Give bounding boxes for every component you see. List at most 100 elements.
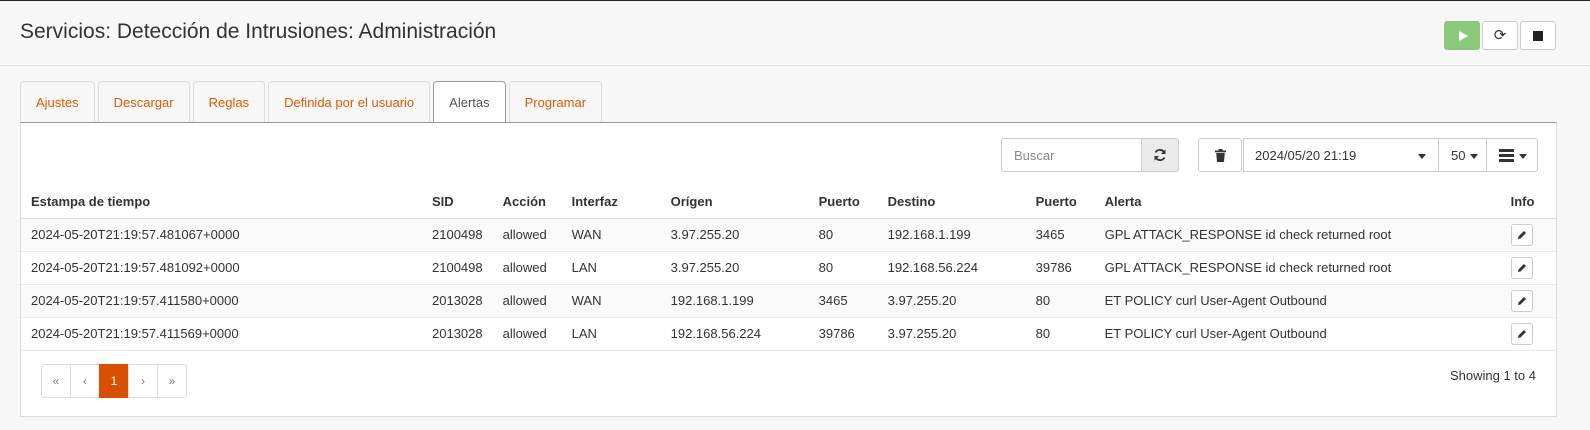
sid-cell: 2100498 xyxy=(422,251,493,285)
info-cell xyxy=(1500,251,1556,285)
page-1-button[interactable]: 1 xyxy=(99,364,129,398)
source-port-cell: 80 xyxy=(808,218,878,252)
tab-programar[interactable]: Programar xyxy=(508,81,603,122)
search-group xyxy=(1001,138,1179,172)
column-header[interactable]: Puerto xyxy=(1025,186,1095,219)
interface-cell: LAN xyxy=(561,251,661,285)
next-page-button[interactable]: › xyxy=(128,364,158,398)
column-header[interactable]: Acción xyxy=(492,186,562,219)
info-cell xyxy=(1500,284,1556,318)
destination-port-cell: 39786 xyxy=(1025,251,1095,285)
action-cell: allowed xyxy=(492,218,562,252)
source-port-cell: 39786 xyxy=(808,317,878,351)
reload-icon: ⟳ xyxy=(1493,27,1507,44)
column-header[interactable]: Destino xyxy=(877,186,1026,219)
pencil-icon xyxy=(1517,296,1526,305)
timestamp-cell: 2024-05-20T21:19:57.411569+0000 xyxy=(21,317,422,351)
destination-cell: 192.168.1.199 xyxy=(877,218,1026,252)
table-row: 2024-05-20T21:19:57.481092+0000 2100498 … xyxy=(21,251,1556,285)
info-button[interactable] xyxy=(1510,322,1533,345)
pencil-icon xyxy=(1517,329,1526,338)
column-header[interactable]: Alerta xyxy=(1094,186,1501,219)
info-button[interactable] xyxy=(1510,289,1533,312)
first-page-button[interactable]: « xyxy=(41,364,71,398)
source-cell: 192.168.1.199 xyxy=(660,284,809,318)
table-row: 2024-05-20T21:19:57.481067+0000 2100498 … xyxy=(21,218,1556,252)
column-chooser-button[interactable] xyxy=(1487,138,1538,172)
prev-page-button[interactable]: ‹ xyxy=(70,364,100,398)
action-cell: allowed xyxy=(492,284,562,318)
restart-service-button[interactable]: ⟳ xyxy=(1482,21,1518,50)
timestamp-cell: 2024-05-20T21:19:57.481092+0000 xyxy=(21,251,422,285)
refresh-button[interactable] xyxy=(1142,138,1179,172)
page-header: Servicios: Detección de Intrusiones: Adm… xyxy=(0,1,1590,66)
column-header[interactable]: SID xyxy=(422,186,493,219)
interface-cell: WAN xyxy=(561,284,661,318)
tab-descargar[interactable]: Descargar xyxy=(97,81,190,122)
source-port-cell: 3465 xyxy=(808,284,878,318)
alert-cell: ET POLICY curl User-Agent Outbound xyxy=(1094,284,1501,318)
page-size-value: 50 xyxy=(1451,147,1466,163)
tab-reglas[interactable]: Reglas xyxy=(192,81,266,122)
tab-bar: Ajustes Descargar Reglas Definida por el… xyxy=(20,81,605,123)
column-header[interactable]: Info xyxy=(1500,186,1556,219)
info-cell xyxy=(1500,218,1556,252)
info-cell xyxy=(1500,317,1556,351)
destination-port-cell: 80 xyxy=(1025,317,1095,351)
source-cell: 3.97.255.20 xyxy=(660,251,809,285)
page-title: Servicios: Detección de Intrusiones: Adm… xyxy=(20,20,497,43)
column-header[interactable]: Estampa de tiempo xyxy=(21,186,422,219)
sid-cell: 2013028 xyxy=(422,317,493,351)
info-button[interactable] xyxy=(1510,223,1533,246)
chevron-down-icon xyxy=(1470,154,1478,159)
alert-cell: GPL ATTACK_RESPONSE id check returned ro… xyxy=(1094,218,1501,252)
tab-alertas[interactable]: Alertas xyxy=(433,81,506,123)
results-count: Showing 1 to 4 xyxy=(1449,368,1536,383)
chevron-down-icon xyxy=(1418,154,1426,159)
start-service-button[interactable] xyxy=(1444,21,1480,50)
alert-cell: GPL ATTACK_RESPONSE id check returned ro… xyxy=(1094,251,1501,285)
interface-cell: LAN xyxy=(561,317,661,351)
pencil-icon xyxy=(1517,230,1526,239)
table-row: 2024-05-20T21:19:57.411569+0000 2013028 … xyxy=(21,317,1556,351)
clear-log-button[interactable] xyxy=(1198,138,1242,172)
stop-service-button[interactable] xyxy=(1520,21,1556,50)
source-cell: 3.97.255.20 xyxy=(660,218,809,252)
log-date-value: 2024/05/20 21:19 xyxy=(1255,147,1357,163)
tab-ajustes[interactable]: Ajustes xyxy=(20,81,95,122)
last-page-button[interactable]: » xyxy=(157,364,187,398)
destination-port-cell: 80 xyxy=(1025,284,1095,318)
table-header-row: Estampa de tiempo SID Acción Interfaz Or… xyxy=(21,186,1556,219)
play-icon xyxy=(1458,30,1468,41)
chevron-down-icon xyxy=(1519,154,1527,159)
pencil-icon xyxy=(1517,263,1526,272)
source-port-cell: 80 xyxy=(808,251,878,285)
alerts-panel: 2024/05/20 21:19 50 Estampa de tiempo SI… xyxy=(20,122,1557,417)
pagination: « ‹ 1 › » xyxy=(41,364,187,398)
column-header[interactable]: Puerto xyxy=(808,186,878,219)
refresh-icon xyxy=(1154,149,1166,161)
interface-cell: WAN xyxy=(561,218,661,252)
destination-cell: 192.168.56.224 xyxy=(877,251,1026,285)
stop-icon xyxy=(1533,30,1543,41)
log-date-select[interactable]: 2024/05/20 21:19 xyxy=(1243,138,1439,172)
page-size-select[interactable]: 50 xyxy=(1439,138,1487,172)
column-header[interactable]: Interfaz xyxy=(561,186,661,219)
column-header[interactable]: Orígen xyxy=(660,186,809,219)
table-row: 2024-05-20T21:19:57.411580+0000 2013028 … xyxy=(21,284,1556,318)
alerts-table: Estampa de tiempo SID Acción Interfaz Or… xyxy=(21,186,1556,351)
service-controls: ⟳ xyxy=(1442,21,1556,50)
timestamp-cell: 2024-05-20T21:19:57.411580+0000 xyxy=(21,284,422,318)
destination-port-cell: 3465 xyxy=(1025,218,1095,252)
search-input[interactable] xyxy=(1001,138,1142,172)
destination-cell: 3.97.255.20 xyxy=(877,284,1026,318)
action-cell: allowed xyxy=(492,251,562,285)
action-cell: allowed xyxy=(492,317,562,351)
destination-cell: 3.97.255.20 xyxy=(877,317,1026,351)
source-cell: 192.168.56.224 xyxy=(660,317,809,351)
sid-cell: 2013028 xyxy=(422,284,493,318)
trash-icon xyxy=(1214,148,1226,162)
tab-definida-por-el-usuario[interactable]: Definida por el usuario xyxy=(268,81,431,122)
list-icon xyxy=(1499,148,1514,162)
info-button[interactable] xyxy=(1510,256,1533,279)
